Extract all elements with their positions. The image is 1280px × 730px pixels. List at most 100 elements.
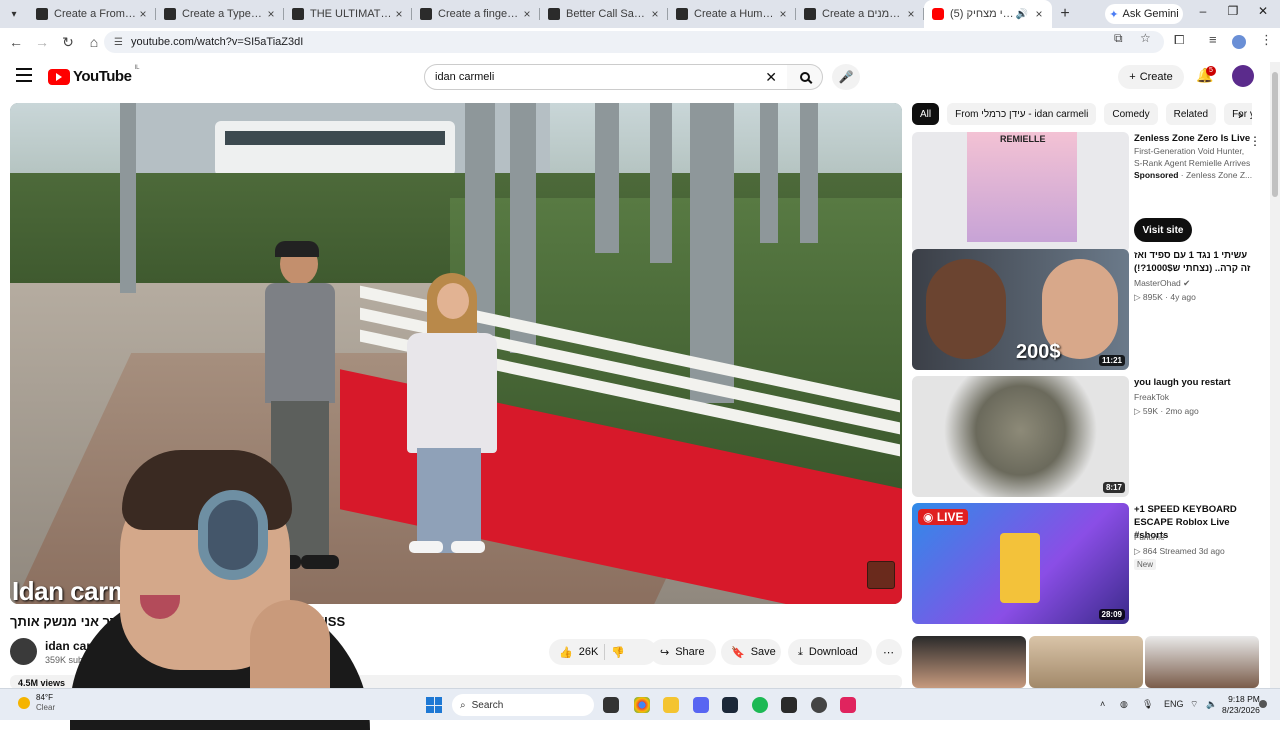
- thumbs-down-icon[interactable]: 👎: [611, 646, 625, 659]
- obs-icon[interactable]: [811, 697, 827, 713]
- ad-title[interactable]: Zenless Zone Zero Is Live: [1134, 132, 1258, 145]
- recommended-video[interactable]: ◉ LIVE 28:09 +1 SPEED KEYBOARD ESCAPE Ro…: [912, 503, 1262, 625]
- tray-mic-icon[interactable]: 🎙: [1142, 699, 1153, 710]
- tiktok-icon[interactable]: [840, 697, 856, 713]
- browser-tab[interactable]: Create a Fromsoft Sou×: [28, 0, 156, 28]
- media-controls-icon[interactable]: ≡: [1209, 32, 1217, 47]
- tab-close-icon[interactable]: ×: [648, 7, 662, 21]
- window-close-icon[interactable]: ✕: [1252, 4, 1274, 18]
- minimize-icon[interactable]: –: [1192, 4, 1214, 18]
- site-info-icon[interactable]: ☰: [114, 37, 123, 48]
- profile-avatar-icon[interactable]: [1232, 35, 1246, 49]
- more-vertical-icon[interactable]: ⋮: [1249, 134, 1261, 148]
- wifi-icon[interactable]: ⌔: [1190, 699, 1198, 710]
- more-actions-button[interactable]: ⋯: [876, 639, 902, 665]
- task-view-icon[interactable]: [603, 697, 619, 713]
- short-thumbnail[interactable]: [912, 636, 1026, 688]
- channel-avatar[interactable]: [10, 638, 37, 665]
- discord-icon[interactable]: [693, 697, 709, 713]
- recommended-video[interactable]: 200$ 11:21 עשיתי 1 נגד 1 עם ספיד ואז זה …: [912, 249, 1262, 371]
- tab-close-icon[interactable]: ×: [264, 7, 278, 21]
- speaker-icon[interactable]: 🔊: [1016, 9, 1028, 20]
- video-thumbnail[interactable]: ◉ LIVE 28:09: [912, 503, 1129, 624]
- voice-search-mic-icon[interactable]: 🎤: [832, 64, 860, 90]
- tab-close-icon[interactable]: ×: [904, 7, 918, 21]
- address-bar[interactable]: ☰ youtube.com/watch?v=SI5aTiaZ3dI ⧉ ☆: [104, 31, 1164, 53]
- browser-tab[interactable]: Create a סטריטמנים×: [796, 0, 924, 28]
- chip-comedy[interactable]: Comedy: [1104, 103, 1158, 125]
- new-tab-button[interactable]: +: [1052, 5, 1078, 23]
- video-title[interactable]: עשיתי 1 נגד 1 עם ספיד ואז זה קרה.. (נצחת…: [1134, 249, 1258, 275]
- tab-close-icon[interactable]: ×: [776, 7, 790, 21]
- extensions-icon[interactable]: ⧠: [1174, 32, 1184, 48]
- short-thumbnail[interactable]: [1145, 636, 1259, 688]
- tab-close-icon[interactable]: ×: [1032, 7, 1046, 21]
- save-button[interactable]: 🔖 Save: [721, 639, 781, 665]
- system-clock[interactable]: 9:18 PM 8/23/2026: [1222, 694, 1260, 716]
- language-indicator[interactable]: ENG: [1164, 699, 1184, 709]
- short-thumbnail[interactable]: [1029, 636, 1143, 688]
- chevron-right-icon[interactable]: ›: [1238, 106, 1243, 122]
- file-explorer-icon[interactable]: [663, 697, 679, 713]
- sponsored-ad[interactable]: REMIELLE Zenless Zone Zero Is Live First…: [912, 132, 1262, 254]
- channel-name[interactable]: MasterOhad ✔: [1134, 278, 1190, 289]
- chip-related[interactable]: Related: [1165, 103, 1217, 125]
- share-button[interactable]: ↪ Share: [650, 639, 716, 665]
- chip-all[interactable]: All: [912, 103, 940, 125]
- bookmark-star-icon[interactable]: ☆: [1140, 31, 1151, 45]
- steam-icon[interactable]: [722, 697, 738, 713]
- visit-site-button[interactable]: Visit site: [1134, 218, 1192, 242]
- like-count[interactable]: 26K: [579, 646, 599, 658]
- page-scrollbar[interactable]: [1270, 62, 1280, 688]
- hamburger-menu-icon[interactable]: [16, 68, 32, 86]
- channel-name[interactable]: Funtime: [1134, 532, 1165, 542]
- tray-app-icon[interactable]: ◍: [1120, 699, 1128, 710]
- recommended-video[interactable]: 8:17 you laugh you restart FreakTok ▷ 59…: [912, 376, 1262, 498]
- browser-tab[interactable]: THE ULTIMATE PIZZA×: [284, 0, 412, 28]
- search-button[interactable]: [787, 64, 823, 90]
- notification-center-icon[interactable]: [1259, 700, 1267, 708]
- create-button[interactable]: + Create: [1118, 65, 1184, 89]
- tab-favicon-icon: [420, 8, 432, 20]
- spotify-icon[interactable]: [752, 697, 768, 713]
- weather-widget[interactable]: 84°F Clear: [18, 693, 55, 713]
- epic-games-icon[interactable]: [781, 697, 797, 713]
- sponsored-label: Sponsored: [1134, 170, 1179, 180]
- home-icon[interactable]: ⌂: [82, 34, 106, 50]
- browser-tab[interactable]: Create a Types of Drin×: [156, 0, 284, 28]
- tab-search-chevron-icon[interactable]: ▾: [0, 0, 28, 28]
- tab-close-icon[interactable]: ×: [520, 7, 534, 21]
- windows-start-icon[interactable]: [426, 697, 442, 713]
- ask-gemini-button[interactable]: ✦ Ask Gemini: [1105, 4, 1183, 24]
- video-thumbnail[interactable]: 200$ 11:21: [912, 249, 1129, 370]
- tab-close-icon[interactable]: ×: [136, 7, 150, 21]
- browser-tab-active[interactable]: (5) אם אני מצחיק🔊 ×: [924, 0, 1052, 28]
- reload-icon[interactable]: ↻: [56, 34, 80, 51]
- chip-from-channel[interactable]: From עידן כרמלי - idan carmeli: [947, 103, 1097, 125]
- browser-tab[interactable]: Create a Human Orga×: [668, 0, 796, 28]
- channel-name[interactable]: FreakTok: [1134, 392, 1169, 402]
- tray-overflow-chevron-icon[interactable]: ˄: [1100, 699, 1105, 709]
- channel-watermark-thumbnail[interactable]: [867, 561, 895, 589]
- browser-tab[interactable]: Better Call Saul charac×: [540, 0, 668, 28]
- download-button[interactable]: ⤓ Download: [788, 639, 872, 665]
- search-input[interactable]: idan carmeli ✕: [424, 64, 788, 90]
- back-arrow-icon[interactable]: ←: [4, 34, 28, 50]
- account-avatar[interactable]: [1232, 65, 1254, 87]
- taskbar-search[interactable]: ⌕ Search: [452, 694, 594, 716]
- youtube-logo[interactable]: YouTube IL: [48, 65, 139, 85]
- tab-close-icon[interactable]: ×: [392, 7, 406, 21]
- cast-icon[interactable]: ⧉: [1114, 31, 1123, 46]
- forward-arrow-icon[interactable]: →: [30, 34, 54, 50]
- volume-icon[interactable]: 🔈: [1206, 699, 1217, 710]
- scrollbar-thumb[interactable]: [1272, 72, 1278, 197]
- browser-menu-icon[interactable]: ⋮: [1260, 32, 1273, 48]
- chrome-icon[interactable]: [634, 697, 650, 713]
- browser-tab[interactable]: Create a fingers Tier L×: [412, 0, 540, 28]
- video-title[interactable]: you laugh you restart: [1134, 376, 1258, 389]
- thumbs-up-icon[interactable]: 👍: [559, 646, 573, 659]
- clear-search-icon[interactable]: ✕: [765, 69, 777, 86]
- video-thumbnail[interactable]: 8:17: [912, 376, 1129, 497]
- restore-icon[interactable]: ❐: [1222, 4, 1244, 18]
- ad-thumbnail[interactable]: REMIELLE: [912, 132, 1129, 253]
